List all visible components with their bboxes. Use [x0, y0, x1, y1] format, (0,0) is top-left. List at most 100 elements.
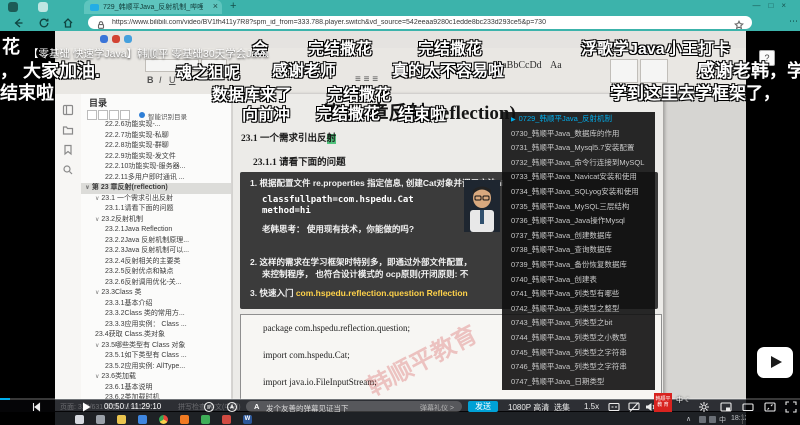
taskbar-icon-app-red[interactable] [222, 415, 231, 424]
search-icon[interactable] [62, 164, 74, 176]
toc-item[interactable]: ∨23.3Class 类 [81, 288, 231, 299]
chevron-down-icon[interactable]: ∨ [85, 185, 90, 191]
taskbar-icon-folder[interactable] [117, 415, 126, 424]
danmaku-etiquette-link[interactable]: 弹幕礼仪 > [420, 403, 454, 413]
toc-item[interactable]: ∨第 23 章反射(reflection) [81, 183, 231, 194]
taskbar-icon-search[interactable] [96, 415, 105, 424]
toc-item[interactable]: 23.2.6反射调用优化-关... [81, 278, 231, 289]
toc-item[interactable]: 23.2.3Java 反射机制可以... [81, 246, 231, 257]
episode-item[interactable]: 0738_韩顺平Java_查询数据库 [502, 243, 655, 258]
taskbar-icon-start[interactable] [75, 415, 84, 424]
toc-toolbar-button[interactable] [87, 110, 97, 120]
chevron-down-icon[interactable]: ∨ [95, 343, 99, 349]
underline-button[interactable]: U [169, 75, 176, 85]
toc-item[interactable]: 22.2.6功能实现-... [81, 120, 231, 131]
toc-item[interactable]: 22.2.10功能实现-服务器... [81, 162, 231, 173]
danmaku-block-icon[interactable] [628, 400, 640, 412]
taskbar-icon-edge[interactable] [138, 415, 147, 424]
speed-button[interactable]: 1.5x [584, 402, 599, 411]
italic-button[interactable]: I [159, 75, 162, 85]
toc-item[interactable]: 23.4获取 Class.类对象 [81, 330, 231, 341]
episode-item[interactable]: 0733_韩顺平Java_Navicat安装和使用 [502, 170, 655, 185]
episode-item[interactable]: 0730_韩顺平Java_数据库的作用 [502, 127, 655, 142]
episode-item[interactable]: 0731_韩顺平Java_Mysql5.7安装配置 [502, 141, 655, 156]
subtitle-icon[interactable] [608, 400, 620, 412]
toc-item[interactable]: 23.3.1基本介绍 [81, 299, 231, 310]
home-icon[interactable] [62, 16, 74, 28]
episode-item[interactable]: ▶0729_韩顺平Java_反射机制 [502, 112, 655, 127]
prev-episode-icon[interactable] [30, 400, 42, 412]
toc-item[interactable]: 23.2.4反射相关的主要类 [81, 257, 231, 268]
toc-item[interactable]: 23.5.2应用实例: AllType... [81, 362, 231, 373]
settings-gear-icon[interactable] [698, 400, 710, 412]
episode-item[interactable]: 0739_韩顺平Java_备份恢复数据库 [502, 258, 655, 273]
toc-item[interactable]: 23.3.2Class 类的常用方... [81, 309, 231, 320]
episode-item[interactable]: 0736_韩顺平Java_Java操作Mysql [502, 214, 655, 229]
episode-item[interactable]: 0742_韩顺平Java_列类型之整型 [502, 302, 655, 317]
close-window-button[interactable]: × [781, 1, 794, 10]
toc-item[interactable]: 23.3.3应用实例： Class ... [81, 320, 231, 331]
episode-item[interactable]: 0732_韩顺平Java_命令行连接到MySQL [502, 156, 655, 171]
chevron-down-icon[interactable]: ∨ [95, 196, 99, 202]
episode-item[interactable]: 0737_韩顺平Java_创建数据库 [502, 229, 655, 244]
toc-item[interactable]: 23.2.5反射优点和缺点 [81, 267, 231, 278]
refresh-icon[interactable] [38, 16, 50, 28]
taskbar-icon-word[interactable]: W [243, 415, 252, 424]
toc-item[interactable]: 23.5.1如下类型有 Class ... [81, 351, 231, 362]
episode-item[interactable]: 0735_韩顺平Java_MySQL三层结构 [502, 200, 655, 215]
mini-player-icon[interactable] [720, 400, 732, 412]
danmaku-font-icon[interactable]: A [254, 402, 259, 411]
taskbar-icon-firefox[interactable] [180, 415, 189, 424]
folder-icon[interactable] [62, 124, 74, 136]
toc-item[interactable]: 22.2.7功能实现-私聊 [81, 131, 231, 142]
style-gallery-item[interactable]: AaBbCcDd [495, 60, 542, 71]
toc-toolbar-button[interactable] [98, 110, 108, 120]
episode-item[interactable]: 0741_韩顺平Java_列类型有哪些 [502, 287, 655, 302]
toc-item[interactable]: 23.6.1基本说明 [81, 383, 231, 394]
help-badge[interactable]: ? [759, 50, 775, 66]
bookmark-icon[interactable] [62, 144, 74, 156]
episode-item[interactable]: 0744_韩顺平Java_列类型之小数型 [502, 331, 655, 346]
toc-item[interactable]: 23.1.1请看下面的问题 [81, 204, 231, 215]
floating-play-button[interactable] [757, 347, 793, 378]
send-danmaku-button[interactable]: 发送 [468, 401, 498, 412]
episode-item[interactable]: 0734_韩顺平Java_SQLyog安装和使用 [502, 185, 655, 200]
toc-toolbar-button[interactable] [109, 110, 119, 120]
toc-item[interactable]: ∨23.2反射机制 [81, 215, 231, 226]
chevron-down-icon[interactable]: ∨ [95, 374, 99, 380]
episode-item[interactable]: 0745_韩顺平Java_列类型之字符串 [502, 346, 655, 361]
back-icon[interactable] [12, 16, 24, 28]
bold-button[interactable]: B [147, 75, 154, 85]
address-bar[interactable]: https://www.bilibili.com/video/BV1fh411y… [88, 16, 752, 29]
bookmark-star-icon[interactable] [734, 17, 746, 29]
style-gallery-item[interactable]: Aa [550, 60, 562, 71]
toc-item[interactable]: ∨23.1 一个需求引出反射 [81, 194, 231, 205]
url-text[interactable]: https://www.bilibili.com/video/BV1fh411y… [112, 19, 712, 26]
toc-item[interactable]: 22.2.9功能实现-发文件 [81, 152, 231, 163]
episodes-button[interactable]: 选集 [554, 402, 570, 413]
toc-item[interactable]: 22.2.8功能实现-群聊 [81, 141, 231, 152]
danmaku-toggle-icon[interactable] [203, 400, 215, 412]
tray-icon[interactable] [699, 416, 706, 423]
toc-close-icon[interactable]: × [220, 95, 225, 105]
episode-item[interactable]: 0746_韩顺平Java_列类型之字符串 [502, 360, 655, 375]
episode-item[interactable]: 0740_韩顺平Java_创建表 [502, 273, 655, 288]
taskbar-icon-app-green[interactable] [201, 415, 210, 424]
browser-tab[interactable]: 729_韩顺平Java_反射机制_哔哩哔... × [84, 0, 222, 14]
chevron-down-icon[interactable]: ∨ [95, 290, 99, 296]
widescreen-icon[interactable] [742, 400, 754, 412]
align-icons[interactable]: ≡ ≡ ≡ [355, 74, 378, 85]
episode-item[interactable]: 0743_韩顺平Java_列类型之bit [502, 316, 655, 331]
tray-caret-icon[interactable]: ∧ [686, 415, 691, 423]
minimize-button[interactable]: — [752, 1, 768, 10]
danmaku-settings-icon[interactable] [226, 400, 238, 412]
toc-toolbar-button[interactable] [120, 110, 130, 120]
maximize-button[interactable]: □ [768, 1, 781, 10]
chevron-down-icon[interactable]: ∨ [95, 217, 99, 223]
toc-item[interactable]: 23.2.1Java Reflection [81, 225, 231, 236]
tab-close-icon[interactable]: × [213, 1, 218, 11]
browser-app-icon[interactable] [8, 2, 18, 12]
toc-item[interactable]: 23.2.2Java 反射机制原理... [81, 236, 231, 247]
toc-item[interactable]: 22.2.11多用户即时通讯 ... [81, 173, 231, 184]
tray-icon[interactable] [709, 416, 716, 423]
